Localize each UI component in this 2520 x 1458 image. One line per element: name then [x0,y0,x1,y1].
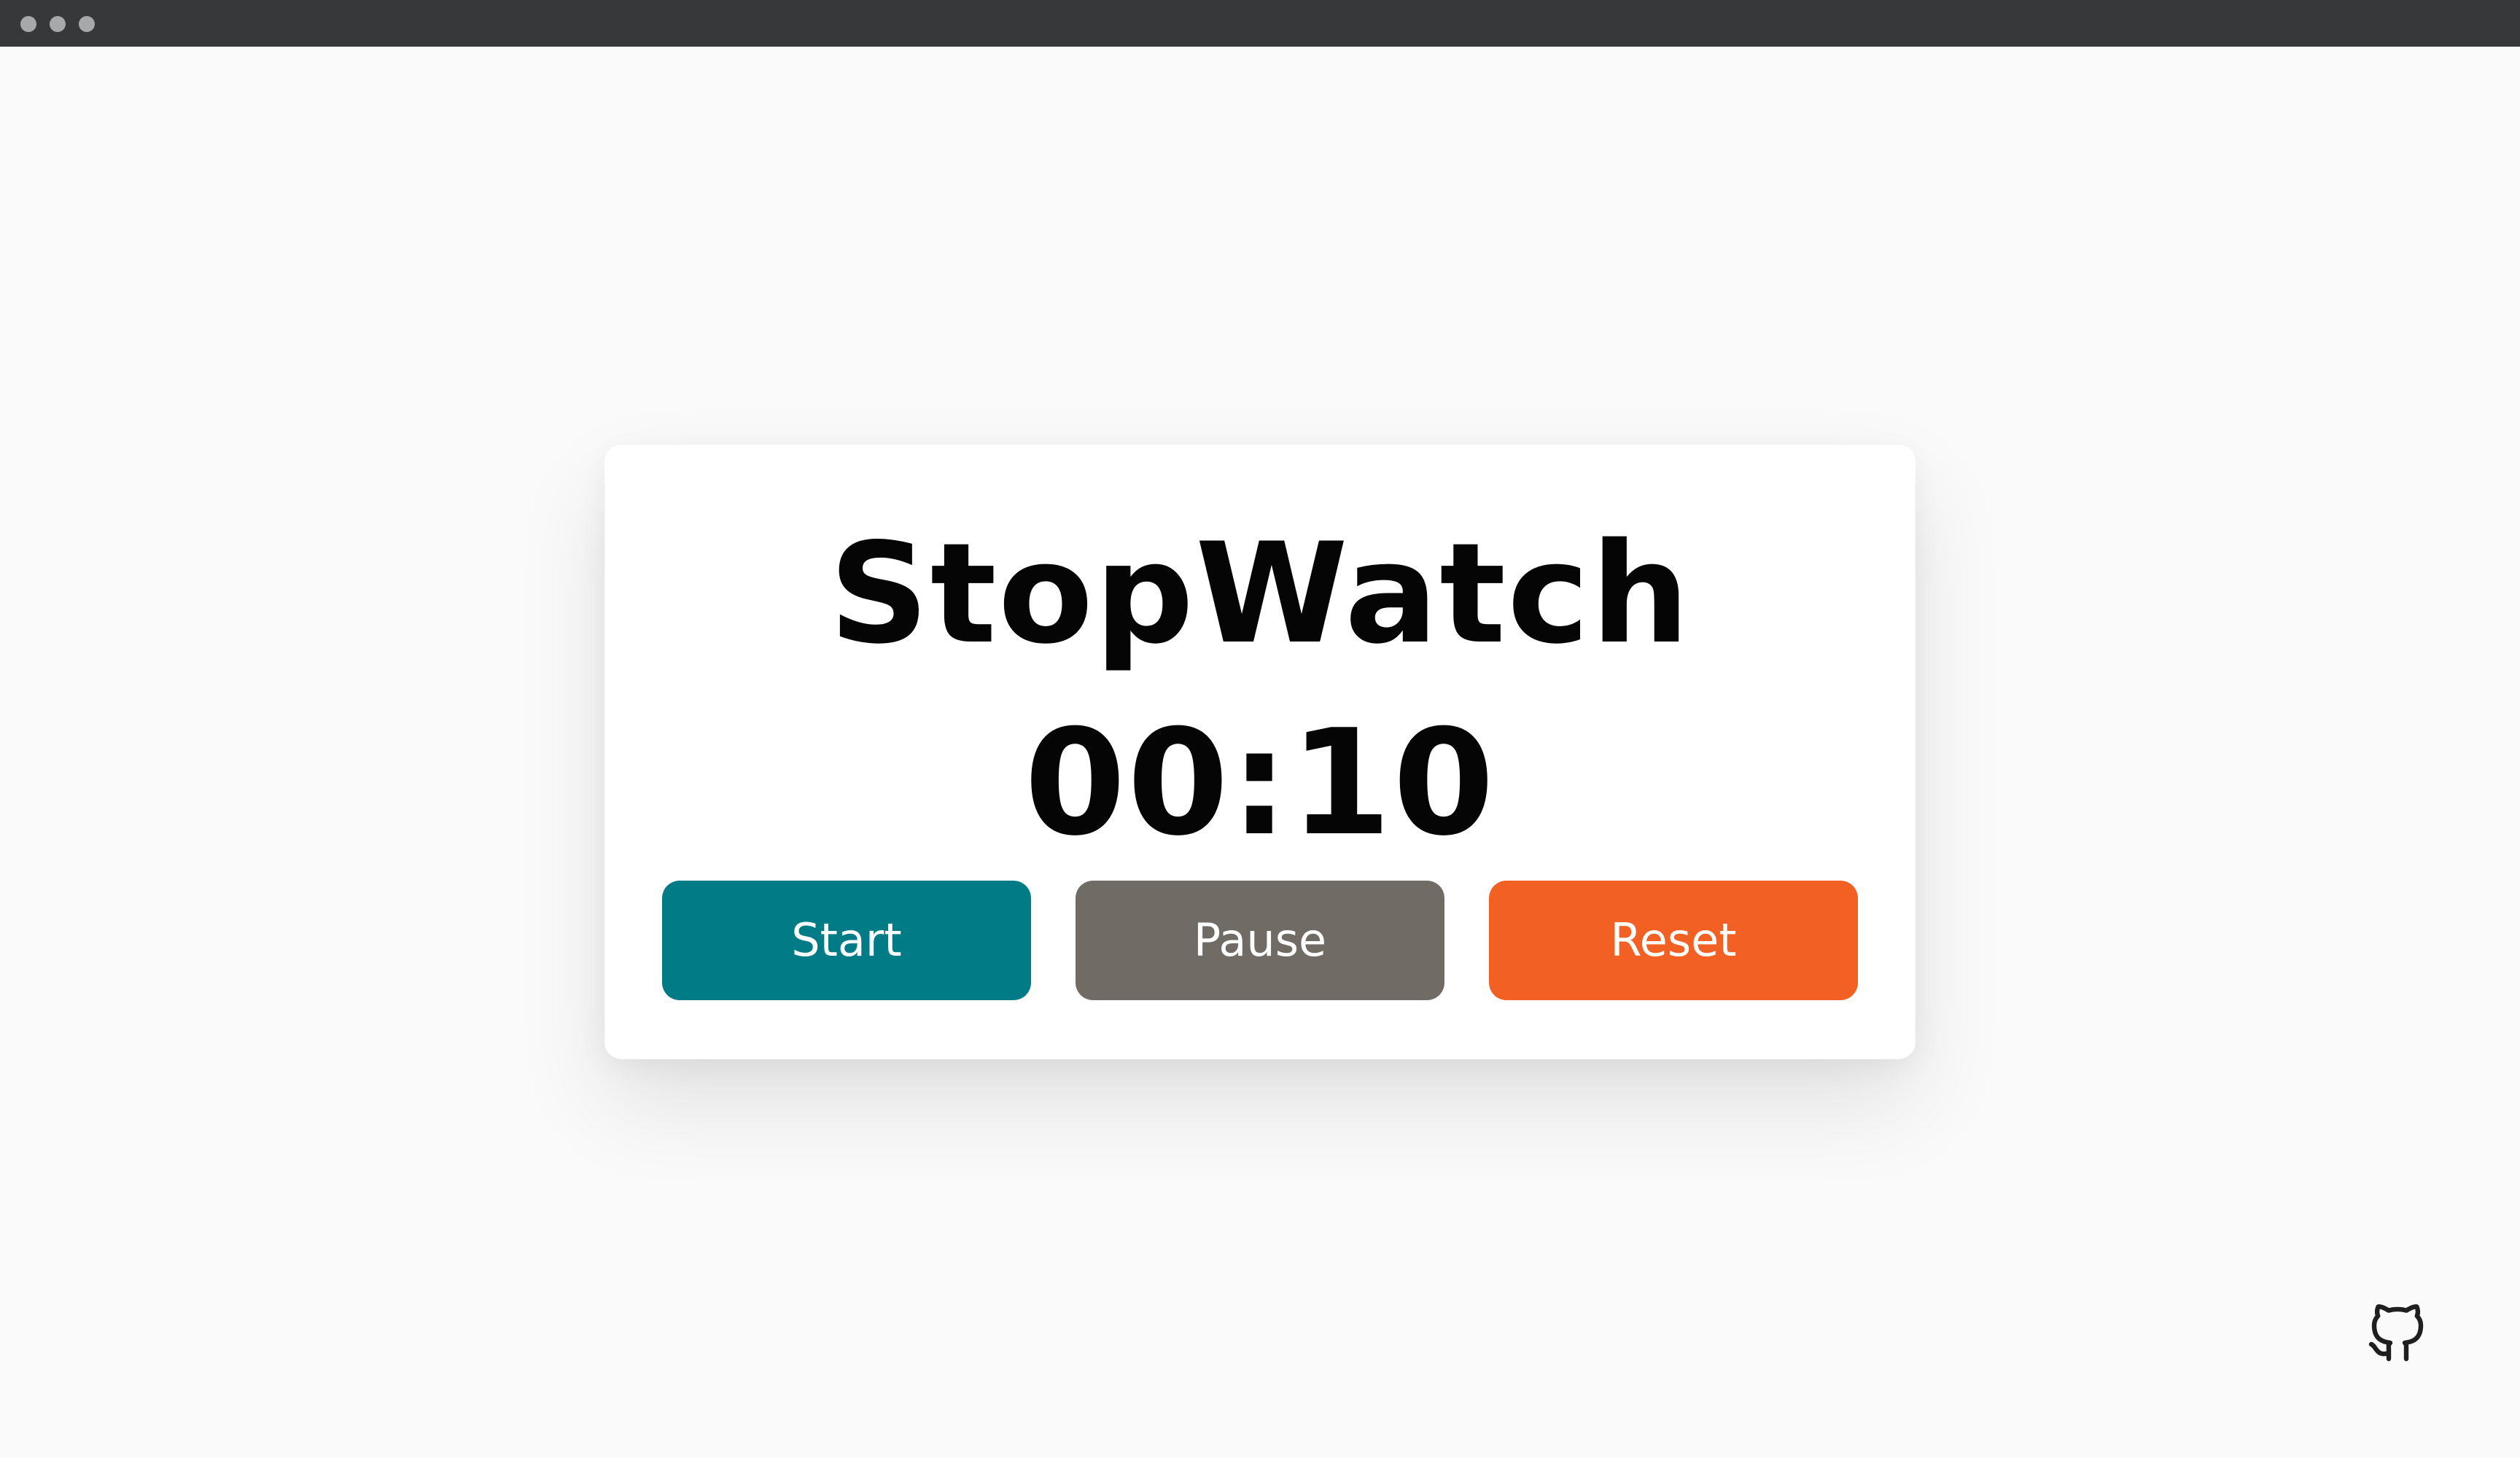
reset-button[interactable]: Reset [1489,881,1858,1000]
stopwatch-card: StopWatch 00:10 Start Pause Reset [604,445,1916,1059]
time-display: 00:10 [1024,698,1496,868]
pause-button[interactable]: Pause [1076,881,1444,1000]
start-button[interactable]: Start [662,881,1031,1000]
app-title: StopWatch [829,513,1691,674]
github-icon[interactable] [2362,1298,2432,1368]
window-close-button[interactable] [20,16,36,32]
window-zoom-button[interactable] [79,16,95,32]
window-minimize-button[interactable] [50,16,66,32]
window-titlebar [0,0,2520,47]
